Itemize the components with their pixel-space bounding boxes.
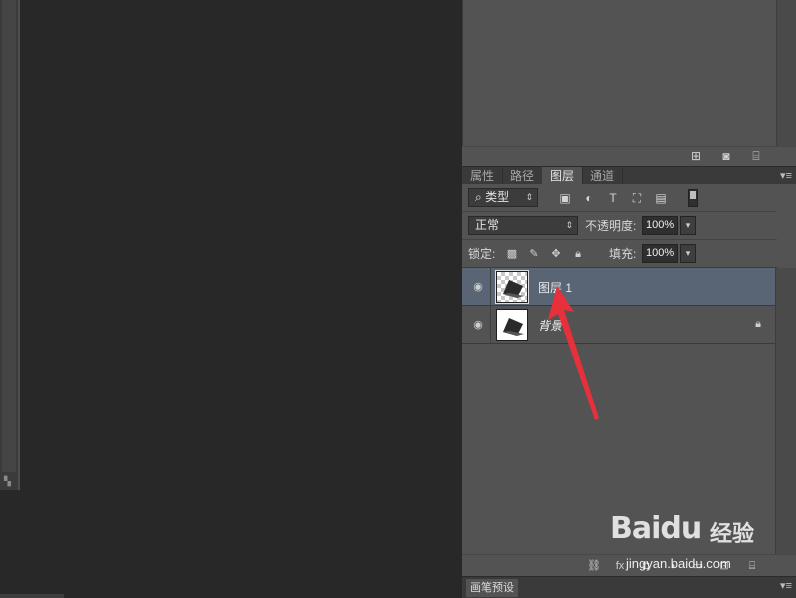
panel-tabs: 属性 路径 图层 通道 ▾≡ xyxy=(462,166,796,185)
watermark-domain: jingyan.baidu.com xyxy=(626,556,731,571)
smart-object-filter-icon[interactable]: ▤ xyxy=(653,191,669,205)
brush-panel-tabs: 画笔预设 ▾≡ xyxy=(462,576,796,598)
type-filter-icon[interactable]: T xyxy=(605,191,621,205)
lock-icon: 🔒︎ xyxy=(755,318,761,330)
eye-icon[interactable]: ◉ xyxy=(470,280,486,294)
opacity-input[interactable]: 100% xyxy=(642,216,678,235)
history-toolbar: ⊞ ◙ ⌸ xyxy=(462,146,796,166)
filter-kind-select[interactable]: ⌕ 类型 ⇕ xyxy=(468,188,538,207)
layer-row[interactable]: ◉ 背景 🔒︎ xyxy=(462,306,775,344)
watermark-brand: 经验 xyxy=(710,521,755,546)
chevron-updown-icon: ⇕ xyxy=(565,220,573,230)
panel-menu-icon[interactable]: ▾≡ xyxy=(780,579,792,592)
eye-icon[interactable]: ◉ xyxy=(470,318,486,332)
fill-label: 填充: xyxy=(609,247,637,261)
panel-menu-icon[interactable]: ▾≡ xyxy=(780,169,792,182)
lock-row: 锁定: ▩ ✎ ✥ 🔒︎ 填充: 100% ▾ xyxy=(462,240,777,268)
watermark: Baidu 经验 jingyan.baidu.com xyxy=(610,512,760,574)
tab-channels[interactable]: 通道 xyxy=(582,167,624,185)
filter-kind-value: 类型 xyxy=(485,190,510,204)
layer-filter-row: ⌕ 类型 ⇕ ▣ ◐ T ⛶ ▤ xyxy=(462,184,777,212)
chevron-updown-icon: ⇕ xyxy=(525,192,533,202)
lock-transparency-icon[interactable]: ▩ xyxy=(505,247,519,261)
adjustment-filter-icon[interactable]: ◐ xyxy=(581,191,597,205)
watermark-logo-text: Baidu xyxy=(610,511,702,546)
blend-row: 正常 ⇕ 不透明度: 100% ▾ xyxy=(462,212,777,240)
layer-thumbnail xyxy=(495,270,529,304)
layers-scrollbar[interactable] xyxy=(775,268,796,554)
watermark-logo: Baidu xyxy=(610,511,702,546)
annotation-arrow xyxy=(548,286,599,420)
search-icon: ⌕ xyxy=(475,190,486,204)
history-scrollbar[interactable] xyxy=(776,0,796,146)
layer-thumbnail xyxy=(496,309,528,341)
filter-toggle[interactable] xyxy=(688,189,698,207)
status-bar xyxy=(0,594,64,598)
link-layers-icon[interactable]: ⛓ xyxy=(586,559,602,573)
history-panel xyxy=(462,0,796,146)
blend-mode-select[interactable]: 正常 ⇕ xyxy=(468,216,578,235)
fill-input[interactable]: 100% xyxy=(642,244,678,263)
left-panel-strip: ▚ xyxy=(0,0,20,490)
fill-dropdown-button[interactable]: ▾ xyxy=(680,244,696,263)
opacity-dropdown-button[interactable]: ▾ xyxy=(680,216,696,235)
document-canvas-area[interactable]: ▚ xyxy=(0,0,462,598)
shape-filter-icon[interactable]: ⛶ xyxy=(629,191,645,205)
lock-label: 锁定: xyxy=(468,247,496,261)
right-panel-dock: ⊞ ◙ ⌸ 属性 路径 图层 通道 ▾≡ ⌕ 类型 ⇕ ▣ ◐ T ⛶ ▤ 正常… xyxy=(462,0,796,598)
layer-row[interactable]: ◉ 图层 1 xyxy=(462,268,775,306)
opacity-label: 不透明度: xyxy=(585,219,637,233)
lock-position-icon[interactable]: ✥ xyxy=(549,247,563,261)
tab-paths[interactable]: 路径 xyxy=(502,167,544,185)
tab-brush-presets[interactable]: 画笔预设 xyxy=(466,579,518,597)
resize-grip-icon[interactable]: ▚ xyxy=(4,476,14,486)
lock-all-icon[interactable]: 🔒︎ xyxy=(571,247,585,261)
image-filter-icon[interactable]: ▣ xyxy=(557,191,573,205)
tab-layers[interactable]: 图层 xyxy=(542,167,584,185)
camera-icon[interactable]: ◙ xyxy=(718,149,734,163)
tab-properties[interactable]: 属性 xyxy=(462,167,504,185)
blend-mode-value: 正常 xyxy=(475,218,500,232)
lock-paint-icon[interactable]: ✎ xyxy=(527,247,541,261)
left-scrollbar[interactable] xyxy=(2,0,16,472)
new-snapshot-icon[interactable]: ⊞ xyxy=(688,149,704,163)
trash-icon[interactable]: ⌸ xyxy=(748,149,764,163)
